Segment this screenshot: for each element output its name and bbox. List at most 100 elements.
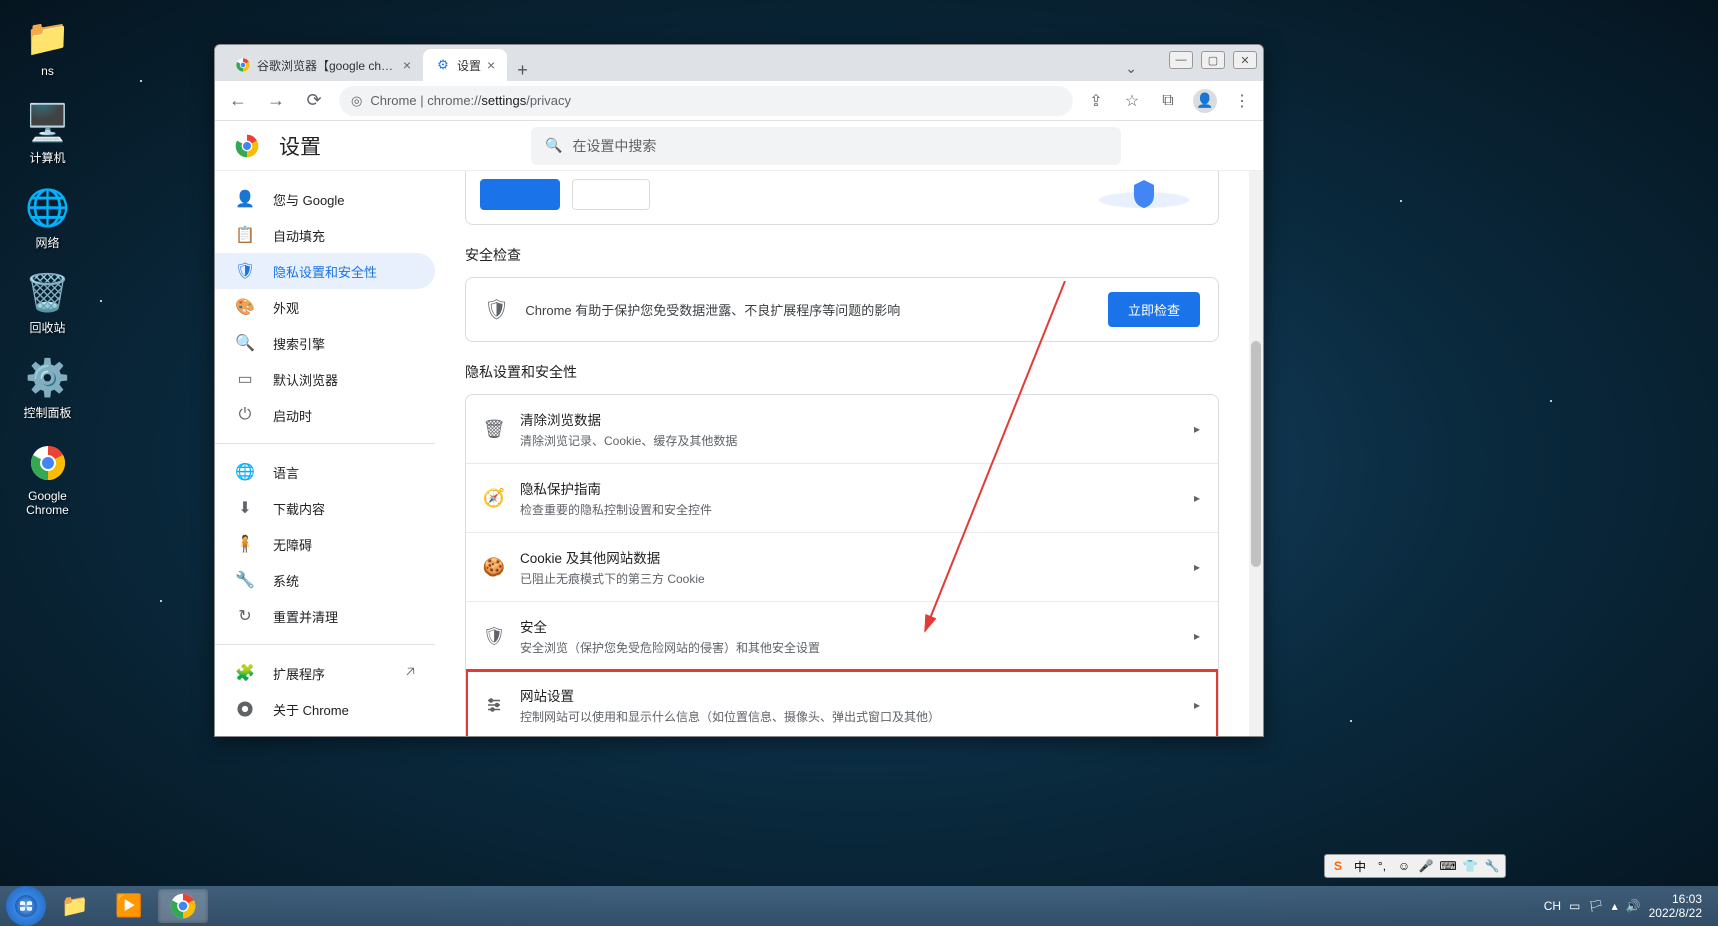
row-security[interactable]: 🛡 安全安全浏览（保护您免受危险网站的侵害）和其他安全设置 ▸ <box>466 601 1218 670</box>
wrench-icon: 🔧 <box>235 570 255 590</box>
tab-settings[interactable]: ⚙ 设置 × <box>423 49 507 81</box>
shield-icon: 🛡 <box>484 626 504 647</box>
share-icon[interactable]: ⇪ <box>1085 90 1107 112</box>
chrome-icon <box>25 440 70 485</box>
bookmark-icon[interactable]: ☆ <box>1121 90 1143 112</box>
task-media-player[interactable]: ▶️ <box>104 889 154 923</box>
ime-skin-icon[interactable]: 👕 <box>1461 857 1479 875</box>
partial-outline-button[interactable] <box>572 179 650 210</box>
sidebar-item-extensions[interactable]: 🧩扩展程序🡥 <box>215 655 435 691</box>
chevron-right-icon: ▸ <box>1194 629 1200 643</box>
partial-card <box>465 171 1219 225</box>
recycle-bin-icon: 🗑️ <box>25 270 70 315</box>
sidebar-item-reset[interactable]: ↻重置并清理 <box>215 598 435 634</box>
sidebar-item-search-engine[interactable]: 🔍搜索引擎 <box>215 325 435 361</box>
chevron-right-icon: ▸ <box>1194 491 1200 505</box>
ime-toolbar[interactable]: S 中 °, ☺ 🎤 ⌨ 👕 🔧 <box>1324 854 1506 878</box>
tray-volume-icon[interactable]: 🔊 <box>1626 899 1641 913</box>
back-button[interactable]: ← <box>225 88 251 114</box>
shield-icon: 🛡 <box>484 297 509 322</box>
task-chrome[interactable] <box>158 889 208 923</box>
scrollbar-thumb[interactable] <box>1251 341 1261 567</box>
ime-keyboard-icon[interactable]: ⌨ <box>1439 857 1457 875</box>
tray-flag-icon[interactable]: 🏳 <box>1588 899 1603 913</box>
row-site-settings[interactable]: 网站设置控制网站可以使用和显示什么信息（如位置信息、摄像头、弹出式窗口及其他） … <box>466 670 1218 736</box>
network-icon: 🌐 <box>25 185 70 230</box>
sidebar-item-you-and-google[interactable]: 👤您与 Google <box>215 181 435 217</box>
chevron-right-icon: ▸ <box>1194 560 1200 574</box>
close-button[interactable]: ✕ <box>1233 51 1257 69</box>
gear-icon: ⚙ <box>435 57 451 73</box>
desktop-icon-computer[interactable]: 🖥️ 计算机 <box>10 100 85 166</box>
forward-button[interactable]: → <box>263 88 289 114</box>
settings-header: 设置 🔍 在设置中搜索 <box>215 121 1263 171</box>
window-icon: ▭ <box>235 369 255 389</box>
maximize-button[interactable]: ▢ <box>1201 51 1225 69</box>
search-icon: 🔍 <box>235 333 255 353</box>
url-input[interactable]: ◎ Chrome | chrome://settings/privacy <box>339 86 1073 116</box>
check-now-button[interactable]: 立即检查 <box>1108 292 1200 327</box>
tray-ime-icon[interactable]: ▭ <box>1569 899 1580 913</box>
settings-search-input[interactable]: 🔍 在设置中搜索 <box>531 127 1121 165</box>
tab-dropdown-icon[interactable]: ⌄ <box>1117 56 1145 81</box>
sidebar-item-accessibility[interactable]: 🧍无障碍 <box>215 526 435 562</box>
privacy-settings-card: 🗑 清除浏览数据清除浏览记录、Cookie、缓存及其他数据 ▸ 🧭 隐私保护指南… <box>465 394 1219 736</box>
row-clear-browsing-data[interactable]: 🗑 清除浏览数据清除浏览记录、Cookie、缓存及其他数据 ▸ <box>466 395 1218 463</box>
chrome-logo-icon <box>235 134 259 158</box>
menu-icon[interactable]: ⋮ <box>1231 90 1253 112</box>
tune-icon <box>484 696 504 714</box>
ime-voice-icon[interactable]: 🎤 <box>1417 857 1435 875</box>
row-privacy-guide[interactable]: 🧭 隐私保护指南检查重要的隐私控制设置和安全控件 ▸ <box>466 463 1218 532</box>
settings-sidebar: 👤您与 Google 📋自动填充 🛡隐私设置和安全性 🎨外观 🔍搜索引擎 ▭默认… <box>215 171 435 736</box>
safety-check-heading: 安全检查 <box>465 245 1233 265</box>
accessibility-icon: 🧍 <box>235 534 255 554</box>
new-tab-button[interactable]: + <box>507 60 538 81</box>
window-controls: — ▢ ✕ <box>1169 51 1257 69</box>
person-icon: 👤 <box>235 189 255 209</box>
settings-main: 安全检查 🛡 Chrome 有助于保护您免受数据泄露、不良扩展程序等问题的影响 … <box>435 171 1263 736</box>
tab-close-icon[interactable]: × <box>487 57 495 73</box>
tray-expand-icon[interactable]: ▴ <box>1612 899 1618 913</box>
ime-emoji-icon[interactable]: ☺ <box>1395 857 1413 875</box>
sidebar-item-system[interactable]: 🔧系统 <box>215 562 435 598</box>
sidebar-item-downloads[interactable]: ⬇下载内容 <box>215 490 435 526</box>
desktop-icon-control-panel[interactable]: ⚙️ 控制面板 <box>10 355 85 421</box>
desktop-icon-ns[interactable]: 📁 ns <box>10 15 85 78</box>
task-explorer[interactable]: 📁 <box>50 889 100 923</box>
sidebar-item-startup[interactable]: ⏻启动时 <box>215 397 435 433</box>
minimize-button[interactable]: — <box>1169 51 1193 69</box>
reset-icon: ↻ <box>235 606 255 626</box>
puzzle-icon: 🧩 <box>235 663 255 683</box>
external-link-icon: 🡥 <box>406 661 415 685</box>
side-panel-icon[interactable]: ⧉ <box>1157 90 1179 112</box>
chevron-right-icon: ▸ <box>1194 698 1200 712</box>
ime-tool-icon[interactable]: 🔧 <box>1483 857 1501 875</box>
power-icon: ⏻ <box>235 406 255 424</box>
sogou-icon[interactable]: S <box>1329 857 1347 875</box>
sidebar-item-language[interactable]: 🌐语言 <box>215 454 435 490</box>
tray-lang[interactable]: CH <box>1544 899 1561 913</box>
profile-icon[interactable]: 👤 <box>1193 89 1217 113</box>
sidebar-item-appearance[interactable]: 🎨外观 <box>215 289 435 325</box>
partial-primary-button[interactable] <box>480 179 560 210</box>
reload-button[interactable]: ⟳ <box>301 88 327 114</box>
sidebar-item-about[interactable]: 关于 Chrome <box>215 691 435 727</box>
ime-punct-icon[interactable]: °, <box>1373 857 1391 875</box>
desktop-icon-chrome[interactable]: Google Chrome <box>10 440 85 517</box>
desktop-icon-network[interactable]: 🌐 网络 <box>10 185 85 251</box>
sidebar-item-autofill[interactable]: 📋自动填充 <box>215 217 435 253</box>
tray-clock[interactable]: 16:03 2022/8/22 <box>1649 892 1702 921</box>
trash-icon: 🗑 <box>484 419 504 440</box>
desktop-icon-recycle[interactable]: 🗑️ 回收站 <box>10 270 85 336</box>
scrollbar[interactable] <box>1249 171 1263 736</box>
safety-check-card: 🛡 Chrome 有助于保护您免受数据泄露、不良扩展程序等问题的影响 立即检查 <box>465 277 1219 342</box>
row-cookies[interactable]: 🍪 Cookie 及其他网站数据已阻止无痕模式下的第三方 Cookie ▸ <box>466 532 1218 601</box>
sidebar-item-privacy[interactable]: 🛡隐私设置和安全性 <box>215 253 435 289</box>
sidebar-item-default-browser[interactable]: ▭默认浏览器 <box>215 361 435 397</box>
palette-icon: 🎨 <box>235 297 255 317</box>
search-icon: 🔍 <box>545 137 562 154</box>
tab-close-icon[interactable]: × <box>403 57 411 73</box>
tab-google-chrome-site[interactable]: 谷歌浏览器【google chrome】 × <box>223 49 423 81</box>
ime-mode[interactable]: 中 <box>1351 857 1369 875</box>
start-button[interactable] <box>6 886 46 926</box>
